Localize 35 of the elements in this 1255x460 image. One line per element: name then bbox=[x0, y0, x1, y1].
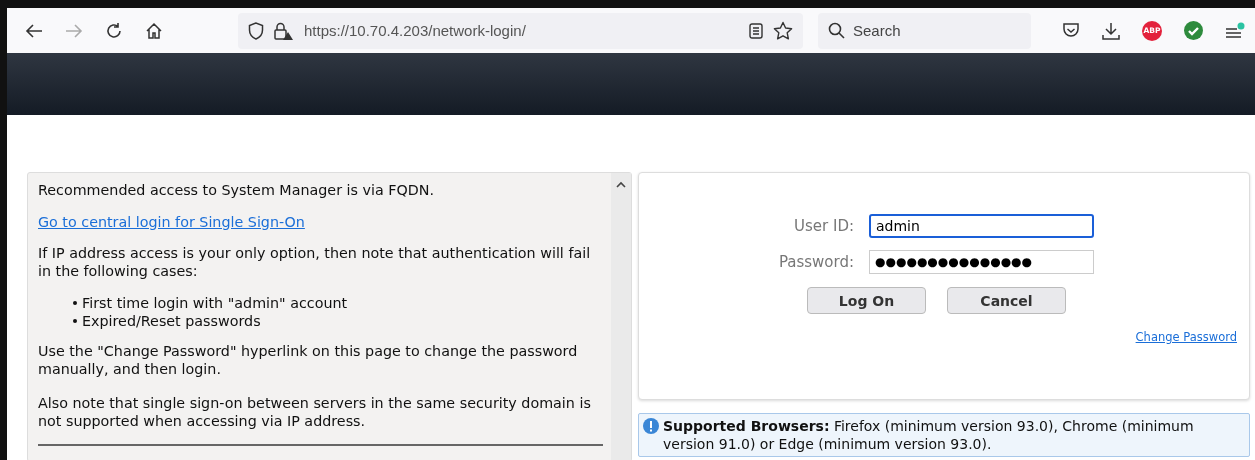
download-icon[interactable] bbox=[1102, 21, 1120, 40]
bullet-icon bbox=[73, 319, 77, 323]
ip-note: If IP address access is your only option, then note that authentication will fail in the following cases: bbox=[38, 245, 592, 280]
change-password-link[interactable]: Change Password bbox=[1135, 330, 1237, 344]
back-icon[interactable] bbox=[25, 22, 43, 39]
user-id-label: User ID: bbox=[793, 217, 854, 235]
menu-icon[interactable] bbox=[1225, 21, 1245, 40]
cancel-button[interactable]: Cancel bbox=[947, 287, 1066, 314]
reload-icon[interactable] bbox=[105, 21, 123, 40]
shield-icon[interactable] bbox=[248, 21, 264, 40]
change-note: Use the "Change Password" hyperlink on this page to change the password manually, and then login. bbox=[38, 343, 579, 378]
info-icon bbox=[643, 418, 659, 434]
reader-view-icon[interactable] bbox=[749, 22, 763, 39]
url-text[interactable]: https://10.70.4.203/network-login/ bbox=[304, 22, 526, 39]
log-on-button[interactable]: Log On bbox=[807, 287, 926, 314]
sso-note: Also note that single sign-on between servers in the same security domain is not supported when accessing via IP address. bbox=[38, 395, 592, 430]
lock-warning-icon[interactable] bbox=[274, 21, 294, 40]
sso-link[interactable]: Go to central login for Single Sign-On bbox=[38, 213, 305, 230]
scrollbar[interactable] bbox=[611, 173, 631, 460]
notice-text: Supported Browsers: Firefox (minimum version 93.0), Chrome (minimum version 91.0) or Edge (minimum version 93.0). bbox=[663, 417, 1195, 453]
password-label: Password: bbox=[777, 253, 854, 271]
address-bar[interactable]: https://10.70.4.203/network-login/ bbox=[238, 12, 803, 49]
bullet-icon bbox=[73, 301, 77, 305]
user-id-field[interactable]: admin bbox=[869, 214, 1094, 238]
scroll-up-icon[interactable] bbox=[616, 181, 626, 188]
check-icon[interactable] bbox=[1184, 21, 1203, 40]
star-icon[interactable] bbox=[773, 21, 793, 40]
home-icon[interactable] bbox=[145, 21, 163, 40]
search-field[interactable]: Search bbox=[818, 12, 1031, 49]
pocket-icon[interactable] bbox=[1062, 22, 1080, 39]
password-field[interactable]: ●●●●●●●●●●●●●●● bbox=[869, 250, 1094, 274]
search-icon bbox=[828, 22, 845, 39]
case-item: First time login with "admin" account bbox=[82, 294, 348, 312]
intro-text: Recommended access to System Manager is via FQDN. bbox=[38, 182, 435, 200]
case-item: Expired/Reset passwords bbox=[82, 312, 261, 330]
